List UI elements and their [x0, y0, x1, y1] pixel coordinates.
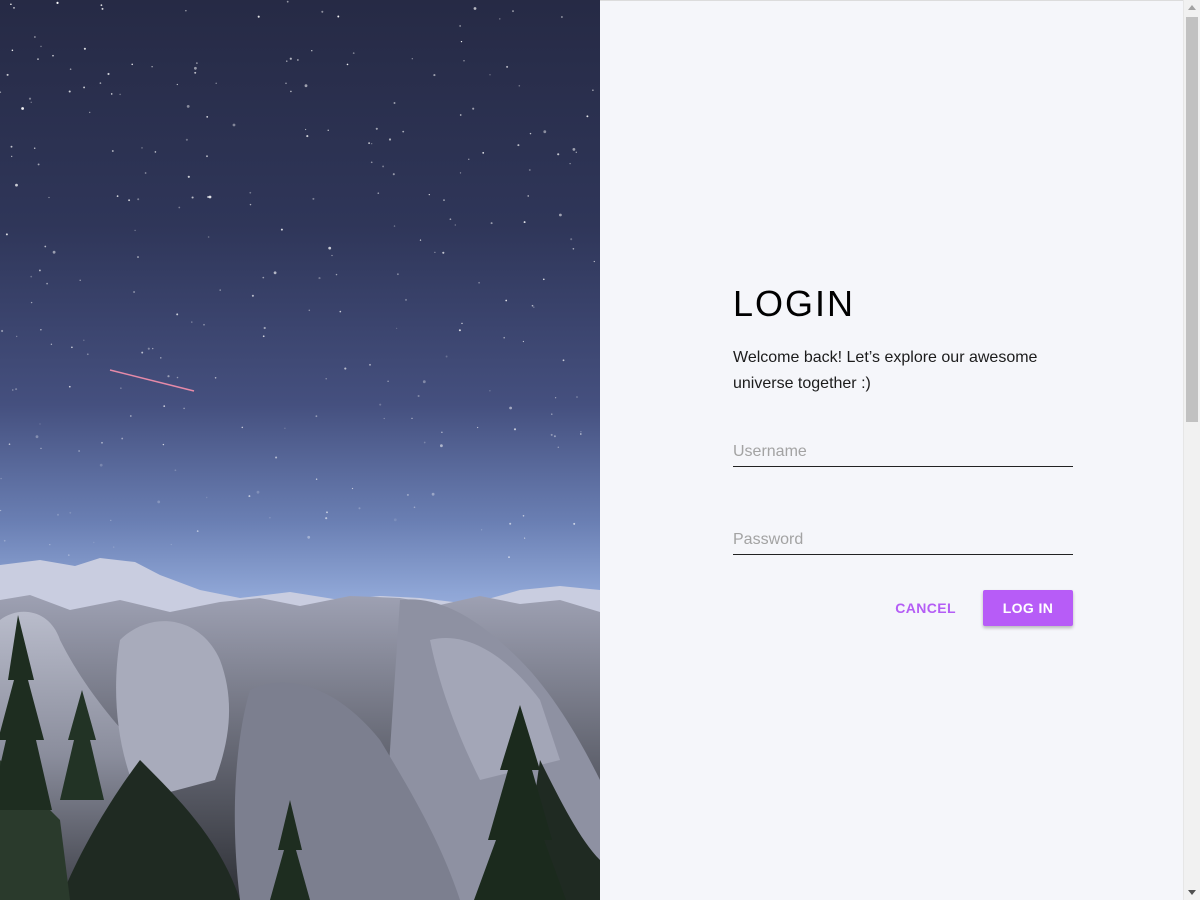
password-field: [733, 525, 1073, 555]
username-field: [733, 437, 1073, 467]
scroll-down-arrow-icon[interactable]: [1188, 890, 1196, 895]
scroll-up-arrow-icon[interactable]: [1188, 5, 1196, 10]
scrollbar-thumb[interactable]: [1186, 17, 1198, 422]
password-input[interactable]: [733, 525, 1073, 555]
form-actions: CANCEL LOG IN: [733, 590, 1073, 626]
night-sky-mountains-image: [0, 0, 600, 900]
login-form: LOGIN Welcome back! Let’s explore our aw…: [733, 281, 1073, 626]
cancel-button[interactable]: CANCEL: [885, 590, 966, 626]
vertical-scrollbar[interactable]: [1183, 0, 1200, 900]
login-subtitle: Welcome back! Let’s explore our awesome …: [733, 349, 1038, 392]
hero-illustration: [0, 0, 600, 900]
login-page: LOGIN Welcome back! Let’s explore our aw…: [0, 0, 1200, 900]
login-title: LOGIN: [733, 283, 856, 324]
login-button[interactable]: LOG IN: [983, 590, 1073, 626]
login-panel: LOGIN Welcome back! Let’s explore our aw…: [600, 0, 1183, 900]
username-input[interactable]: [733, 437, 1073, 467]
meteor-streak: [109, 369, 195, 392]
